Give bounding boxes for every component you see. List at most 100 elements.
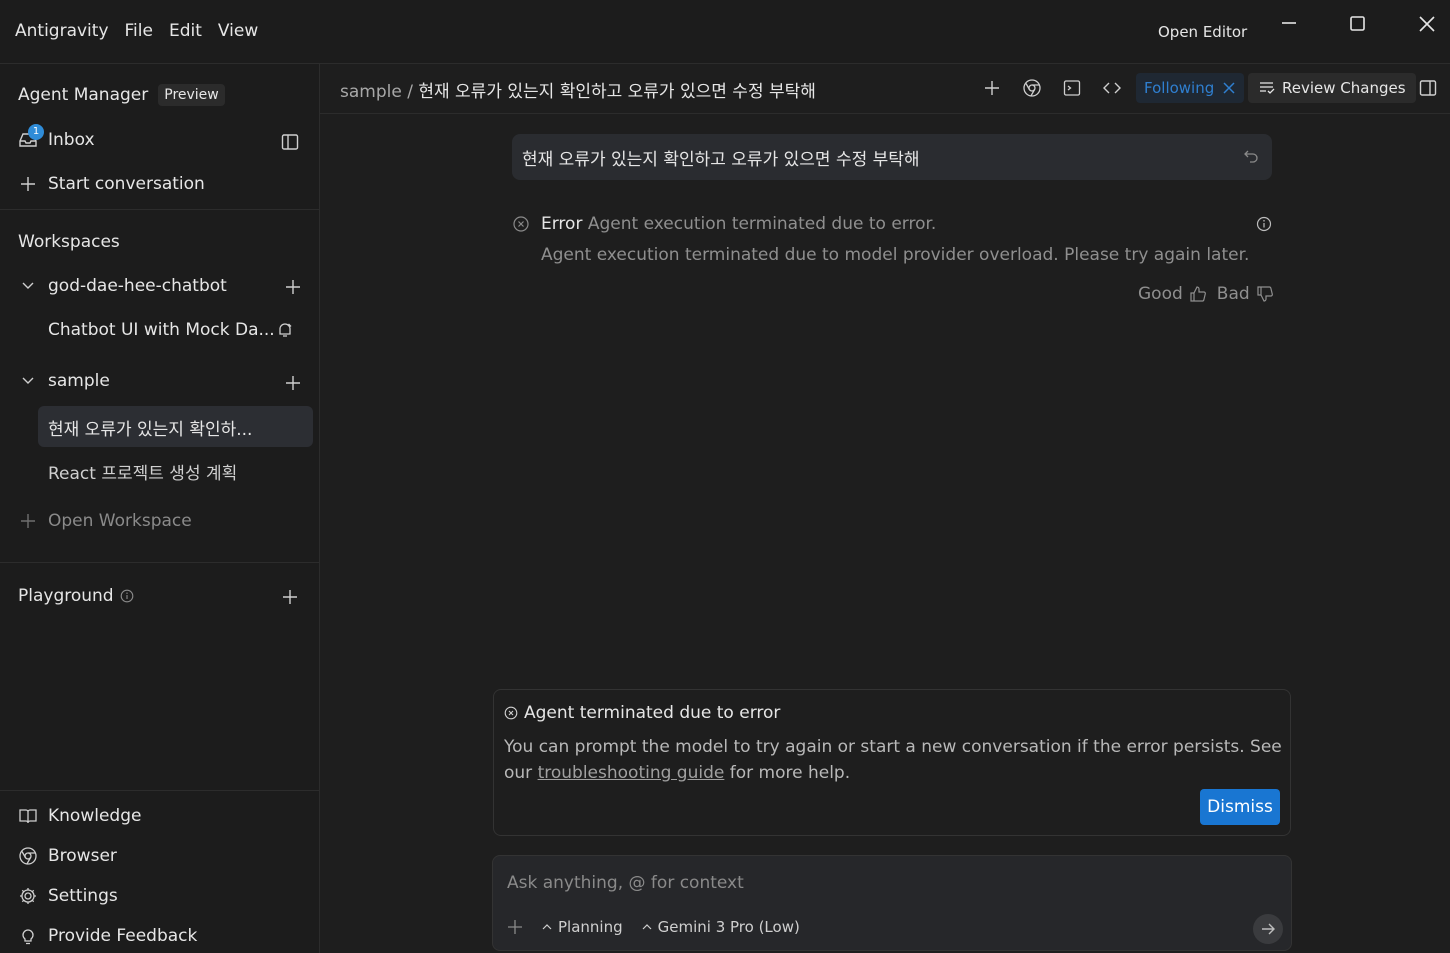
error-label: Error [541, 214, 583, 234]
main-panel: sample / 현재 오류가 있는지 확인하고 오류가 있으면 수정 부탁해 … [320, 64, 1450, 953]
open-editor-button[interactable]: Open Editor [1158, 23, 1247, 41]
inbox-label: Inbox [48, 130, 95, 150]
feedback-label: Provide Feedback [48, 926, 198, 946]
bad-label: Bad [1216, 284, 1250, 304]
code-icon[interactable] [1102, 78, 1122, 98]
workspaces-header: Workspaces [18, 232, 120, 252]
mode-label: Planning [558, 918, 623, 936]
start-conversation-label: Start conversation [48, 174, 205, 194]
conversation-item[interactable]: React 프로젝트 생성 계획 [48, 459, 237, 484]
toggle-panel-icon[interactable] [1418, 78, 1438, 98]
sidebar: Agent Manager Preview Inbox 1 Start conv… [0, 64, 320, 953]
plus-icon [18, 511, 38, 531]
error-notice-panel: Agent terminated due to error You can pr… [493, 689, 1291, 836]
error-summary-text: Agent execution terminated due to error. [587, 214, 937, 234]
review-changes-button[interactable]: Review Changes [1248, 73, 1416, 103]
arrow-right-icon [1260, 921, 1276, 937]
error-circle-icon [512, 215, 530, 233]
agent-manager-title: Agent Manager [18, 85, 149, 105]
good-label: Good [1138, 284, 1183, 304]
input-toolbar: Planning Gemini 3 Pro (Low) [507, 918, 800, 936]
sidebar-item-feedback[interactable]: Provide Feedback [18, 926, 197, 946]
preview-badge: Preview [158, 84, 225, 106]
troubleshooting-guide-link[interactable]: troubleshooting guide [538, 763, 725, 783]
mode-selector[interactable]: Planning [541, 918, 623, 936]
playground-header[interactable]: Playground [18, 586, 134, 606]
sidebar-divider [0, 790, 320, 791]
workspace-item-sample[interactable]: sample [18, 371, 110, 391]
add-playground-plus-icon[interactable] [281, 588, 299, 606]
breadcrumb-separator: / [407, 82, 413, 102]
chat-input-box[interactable]: Ask anything, @ for context Planning Gem… [492, 855, 1292, 951]
bad-feedback-button[interactable]: Bad [1217, 284, 1274, 304]
chrome-icon [18, 846, 38, 866]
error-notice-text-end: for more help. [724, 763, 851, 783]
error-notice-title-text: Agent terminated due to error [524, 703, 781, 723]
list-check-icon [1258, 79, 1276, 97]
gear-icon [18, 886, 38, 906]
minimize-icon[interactable] [1277, 12, 1301, 36]
close-icon[interactable] [1222, 81, 1236, 95]
chat-input-placeholder[interactable]: Ask anything, @ for context [507, 873, 744, 893]
new-plus-icon[interactable] [982, 78, 1002, 98]
add-conversation-plus-icon[interactable] [284, 374, 302, 392]
toggle-sidebar-icon[interactable] [280, 132, 300, 152]
conversation-title: 현재 오류가 있는지 확인하고 오류가 있으면 수정 부탁해 [418, 82, 816, 102]
maximize-icon[interactable] [1346, 12, 1370, 36]
info-icon[interactable] [120, 589, 134, 603]
workspace-item-god-dae-hee-chatbot[interactable]: god-dae-hee-chatbot [18, 276, 227, 296]
sidebar-item-knowledge[interactable]: Knowledge [18, 806, 141, 826]
menu-file[interactable]: File [125, 21, 153, 41]
error-summary: Error Agent execution terminated due to … [541, 214, 936, 234]
menu-app[interactable]: Antigravity [15, 21, 109, 41]
workspaces-title: Workspaces [18, 232, 120, 252]
close-window-icon[interactable] [1415, 12, 1439, 36]
inbox-count-badge: 1 [28, 124, 44, 140]
send-button[interactable] [1253, 914, 1283, 944]
add-conversation-plus-icon[interactable] [284, 278, 302, 296]
workspace-name: god-dae-hee-chatbot [48, 276, 227, 296]
conversation-title: React 프로젝트 생성 계획 [48, 464, 238, 484]
user-message-text: 현재 오류가 있는지 확인하고 오류가 있으면 수정 부탁해 [522, 150, 920, 170]
sidebar-divider [0, 562, 320, 563]
following-toggle[interactable]: Following [1136, 73, 1245, 103]
conversation-item-selected[interactable]: 현재 오류가 있는지 확인하... [48, 415, 252, 440]
add-context-plus-icon[interactable] [507, 919, 523, 935]
review-changes-label: Review Changes [1282, 79, 1406, 97]
undo-icon[interactable] [1242, 147, 1260, 165]
settings-label: Settings [48, 886, 118, 906]
bell-notification-icon[interactable] [276, 321, 294, 339]
conversation-title: 현재 오류가 있는지 확인하... [48, 420, 253, 440]
chrome-icon[interactable] [1022, 78, 1042, 98]
error-detail: Agent execution terminated due to model … [541, 245, 1250, 265]
conversation-title: Chatbot UI with Mock Da... [48, 320, 275, 340]
breadcrumb-workspace[interactable]: sample [340, 82, 402, 102]
chevron-down-icon [18, 276, 38, 296]
model-selector[interactable]: Gemini 3 Pro (Low) [641, 918, 800, 936]
info-icon[interactable] [1256, 216, 1272, 232]
chevron-up-icon [641, 921, 653, 933]
menu-view[interactable]: View [218, 21, 258, 41]
good-feedback-button[interactable]: Good [1138, 284, 1207, 304]
dismiss-button[interactable]: Dismiss [1200, 789, 1280, 825]
sidebar-item-settings[interactable]: Settings [18, 886, 118, 906]
workspace-name: sample [48, 371, 110, 391]
start-conversation-button[interactable]: Start conversation [18, 174, 205, 194]
error-notice-title: Agent terminated due to error [504, 703, 780, 723]
error-circle-icon [504, 706, 518, 720]
lightbulb-icon [18, 926, 38, 946]
chevron-down-icon [18, 371, 38, 391]
chevron-up-icon [541, 921, 553, 933]
error-notice-body: You can prompt the model to try again or… [504, 734, 1284, 786]
breadcrumb: sample / 현재 오류가 있는지 확인하고 오류가 있으면 수정 부탁해 [340, 77, 816, 102]
user-message: 현재 오류가 있는지 확인하고 오류가 있으면 수정 부탁해 [512, 134, 1272, 180]
open-workspace-button[interactable]: Open Workspace [18, 511, 192, 531]
terminal-icon[interactable] [1062, 78, 1082, 98]
menu-edit[interactable]: Edit [169, 21, 202, 41]
thumbs-down-icon [1256, 285, 1274, 303]
conversation-header: sample / 현재 오류가 있는지 확인하고 오류가 있으면 수정 부탁해 … [320, 64, 1450, 114]
open-workspace-label: Open Workspace [48, 511, 192, 531]
conversation-item[interactable]: Chatbot UI with Mock Da... [48, 320, 275, 340]
sidebar-item-browser[interactable]: Browser [18, 846, 117, 866]
book-icon [18, 806, 38, 826]
